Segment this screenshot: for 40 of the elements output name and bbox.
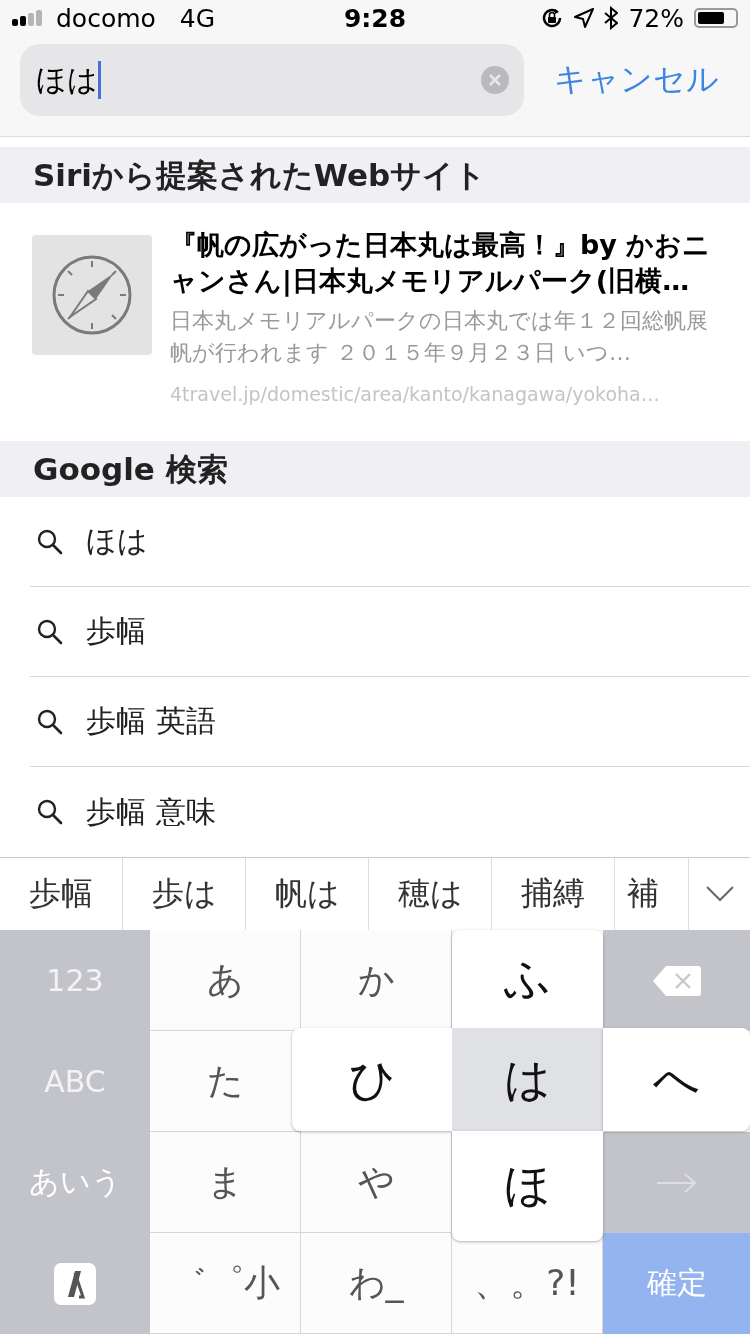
bluetooth-icon [604,6,619,30]
clear-icon [480,65,510,95]
search-icon [36,617,64,646]
keyboard-key[interactable]: や [301,1132,452,1233]
keyboard-key[interactable]: ま [150,1132,301,1233]
result-title: 『帆の広がった日本丸は最高！』by かおニャンさん|日本丸メモリアルパーク(旧横… [170,228,712,299]
suggestion-item[interactable]: ほは [30,497,750,587]
location-icon [574,8,595,28]
section-heading: Siriから提案されたWebサイト [0,147,750,203]
keyboard-key[interactable]: わ_ [301,1233,452,1334]
suggestion-item[interactable]: 歩幅 英語 [30,677,750,767]
search-icon [36,707,64,736]
flick-key[interactable]: ひ [292,1028,452,1131]
chevron-down-icon [704,885,735,903]
search-result[interactable]: 『帆の広がった日本丸は最高！』by かおニャンさん|日本丸メモリアルパーク(旧横… 日本丸メモリアルパークの日本丸では年１２回総帆展帆が行われます ２０１５年９月２３日 いつ… 4travel.jp/domestic/area/kanto/kanagawa/yokoha… [0,203,750,431]
carrier-name: docomo [56,3,156,33]
flick-key[interactable]: ほ [452,1131,603,1241]
candidate-item[interactable]: 補 [615,858,688,930]
compass-icon [50,253,134,337]
search-field[interactable]: ほは [20,44,524,116]
result-description: 日本丸メモリアルパークの日本丸では年１２回総帆展帆が行われます ２０１５年９月２３日 いつ… [170,307,709,367]
keyboard-key[interactable]: た [150,1031,301,1132]
app-logo-icon [54,1262,96,1305]
keyboard-key[interactable]: か [301,930,452,1031]
search-icon [36,798,64,826]
suggestion-item[interactable]: 歩幅 意味 [30,767,750,857]
section-heading: Google 検索 [0,441,750,497]
backspace-icon [651,964,702,997]
status-time: 9:28 [342,3,408,33]
battery-percent: 72% [628,3,684,33]
keyboard-key[interactable]: あ [150,930,301,1031]
flick-key[interactable]: ふ [452,930,603,1028]
battery-icon [694,8,738,28]
result-url: 4travel.jp/domestic/area/kanto/kanagawa/yokoha… [170,383,661,405]
keyboard-key[interactable]: ゛゜小 [150,1233,301,1334]
flick-key[interactable]: は [452,1028,603,1131]
suggestion-item[interactable]: 歩幅 [30,587,750,677]
search-icon [36,527,64,556]
flick-key[interactable]: へ [603,1028,750,1131]
network-type: 4G [179,3,216,33]
